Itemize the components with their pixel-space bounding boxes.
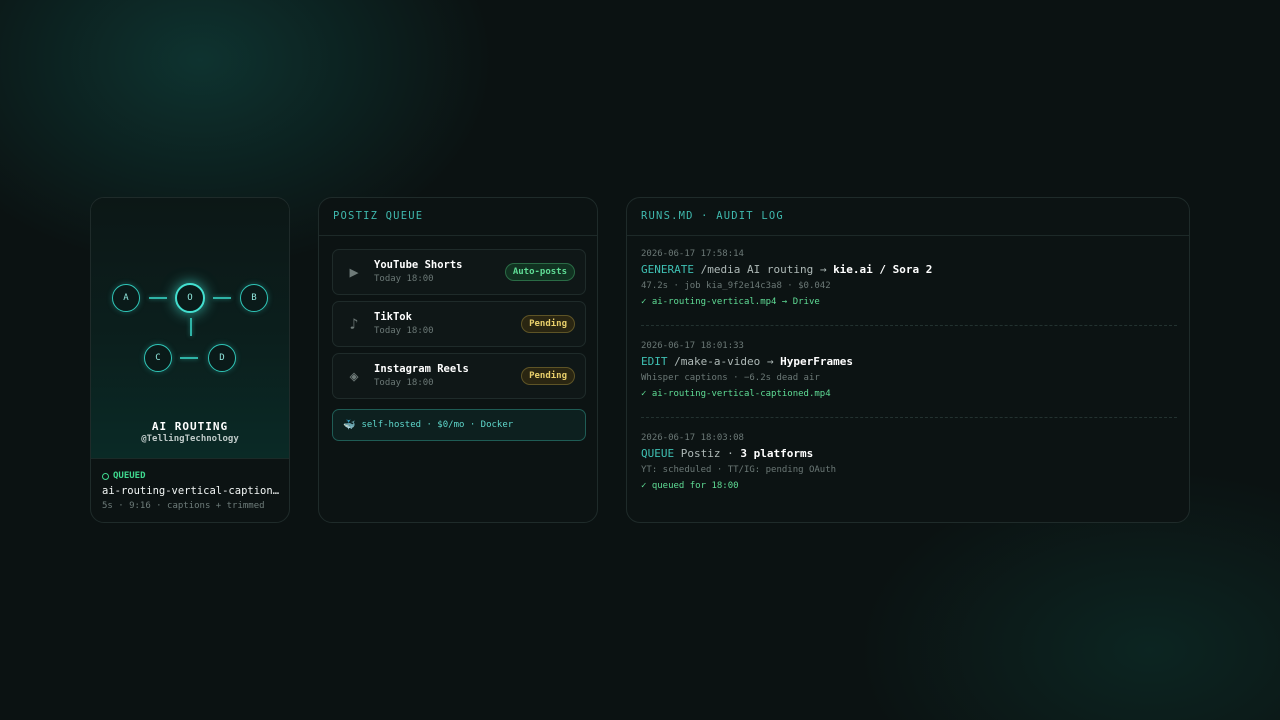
pending-badge: Pending (521, 367, 575, 385)
auto-posts-badge: Auto-posts (504, 263, 575, 281)
route-node-b: B (240, 284, 268, 312)
queue-item-time: Today 18:00 (374, 274, 434, 284)
entry-command: QUEUE Postiz · 3 platforms (641, 447, 1177, 460)
queue-item-name: TikTok (374, 311, 412, 323)
docker-whale-icon: 🐳 (343, 420, 356, 431)
route-node-c: C (144, 344, 172, 372)
entry-result: ✓ ai-routing-vertical-captioned.mp4 (641, 389, 831, 399)
status-ring-icon (102, 472, 109, 480)
postiz-queue-card: POSTIZ QUEUE ▶ YouTube Shorts Today 18:0… (318, 197, 598, 523)
instagram-icon: ◈ (349, 367, 359, 385)
entry-detail: Whisper captions · −6.2s dead air (641, 373, 820, 383)
tiktok-note-icon: ♪ (349, 315, 359, 333)
video-filename: ai-routing-vertical-captioned.mp4 (102, 485, 280, 497)
video-handle: @TellingTechnology (141, 434, 239, 444)
entry-target: kie.ai / Sora 2 (833, 263, 933, 276)
edge-o-b (213, 297, 231, 299)
queue-item-time: Today 18:00 (374, 326, 434, 336)
entry-verb: GENERATE (641, 263, 694, 276)
entry-detail: YT: scheduled · TT/IG: pending OAuth (641, 465, 837, 475)
audit-entry-queue: 2026-06-17 18:03:08 QUEUE Postiz · 3 pla… (641, 433, 1177, 503)
self-hosted-text: self-hosted · $0/mo · Docker (361, 420, 514, 430)
audit-entry-generate: 2026-06-17 17:58:14 GENERATE /media AI r… (641, 249, 1177, 326)
audit-log-card: RUNS.MD · AUDIT LOG 2026-06-17 17:58:14 … (626, 197, 1190, 523)
queue-item-name: YouTube Shorts (374, 259, 463, 271)
route-node-d: D (208, 344, 236, 372)
audit-heading: RUNS.MD · AUDIT LOG (627, 198, 1189, 236)
entry-timestamp: 2026-06-17 18:03:08 (641, 433, 744, 443)
video-title: AI ROUTING (151, 420, 229, 433)
edge-o-down (190, 318, 192, 336)
entry-command: EDIT /make-a-video → HyperFrames (641, 355, 1177, 368)
entry-result: ✓ queued for 18:00 (641, 481, 739, 491)
queue-item-instagram[interactable]: ◈ Instagram Reels Today 18:00 Pending (332, 353, 586, 399)
entry-target: HyperFrames (780, 355, 853, 368)
audit-entry-edit: 2026-06-17 18:01:33 EDIT /make-a-video →… (641, 341, 1177, 418)
entry-detail: 47.2s · job kia_9f2e14c3a8 · $0.042 (641, 281, 831, 291)
self-hosted-banner: 🐳 self-hosted · $0/mo · Docker (332, 409, 586, 441)
status-badge: QUEUED (102, 471, 282, 481)
video-preview[interactable]: A O B C D AI ROUTING @TellingTechnology (91, 198, 289, 459)
route-node-a: A (112, 284, 140, 312)
entry-action: /media AI routing → (693, 263, 834, 276)
queue-item-youtube[interactable]: ▶ YouTube Shorts Today 18:00 Auto-posts (332, 249, 586, 295)
queue-item-tiktok[interactable]: ♪ TikTok Today 18:00 Pending (332, 301, 586, 347)
entry-action: Postiz · (674, 447, 741, 460)
entry-timestamp: 2026-06-17 18:01:33 (641, 341, 744, 351)
entry-verb: EDIT (641, 355, 668, 368)
video-meta: QUEUED ai-routing-vertical-captioned.mp4… (102, 471, 282, 511)
status-label: QUEUED (113, 471, 146, 481)
entry-verb: QUEUE (641, 447, 675, 460)
video-card[interactable]: A O B C D AI ROUTING @TellingTechnology … (90, 197, 290, 523)
youtube-play-icon: ▶ (349, 263, 359, 281)
route-node-origin: O (175, 283, 205, 313)
edge-a-o (149, 297, 167, 299)
pending-badge: Pending (521, 315, 575, 333)
edge-c-d (180, 357, 198, 359)
entry-action: /make-a-video → (667, 355, 781, 368)
entry-target: 3 platforms (740, 447, 814, 460)
queue-item-name: Instagram Reels (374, 363, 469, 375)
queue-item-time: Today 18:00 (374, 378, 434, 388)
queue-heading: POSTIZ QUEUE (319, 198, 597, 236)
entry-timestamp: 2026-06-17 17:58:14 (641, 249, 744, 259)
entry-command: GENERATE /media AI routing → kie.ai / So… (641, 263, 1177, 276)
video-details: 5s · 9:16 · captions + trimmed (102, 501, 265, 511)
entry-result: ✓ ai-routing-vertical.mp4 → Drive (641, 297, 820, 307)
